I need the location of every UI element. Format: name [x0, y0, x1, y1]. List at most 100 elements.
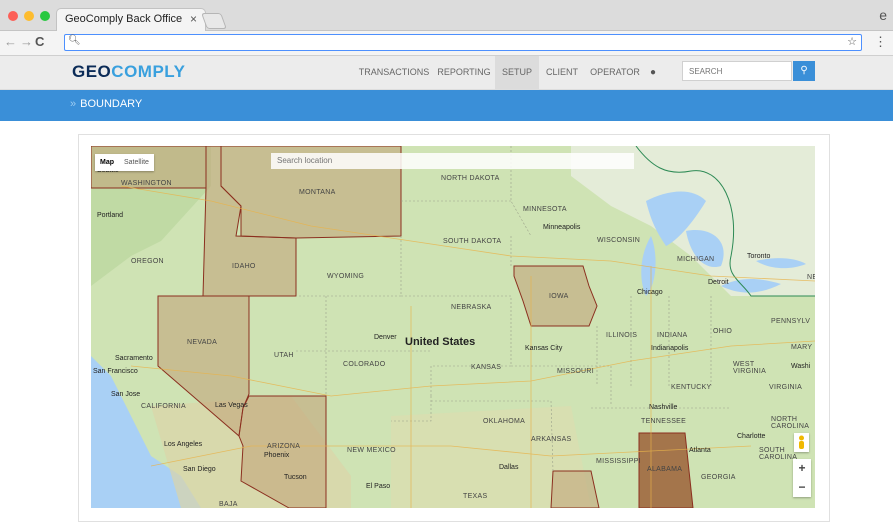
city-phoenix: Phoenix — [264, 452, 290, 459]
label-montana: MONTANA — [299, 189, 336, 196]
label-alabama: ALABAMA — [647, 466, 683, 473]
city-chicago: Chicago — [637, 289, 663, 296]
address-bar[interactable]: 🔍︎ ☆ — [64, 34, 862, 51]
label-nebraska: NEBRASKA — [451, 304, 492, 311]
street-view-pegman-icon[interactable] — [794, 433, 809, 452]
city-tucson: Tucson — [284, 474, 307, 481]
label-michigan: MICHIGAN — [677, 256, 715, 263]
city-san-francisco: San Francisco — [93, 368, 138, 375]
nav-client[interactable]: CLIENT — [543, 56, 581, 89]
label-illinois: ILLINOIS — [606, 332, 638, 339]
label-pennsylvania: PENNSYLV — [771, 318, 811, 325]
city-nashville: Nashville — [649, 404, 678, 411]
logo-geo: GEO — [72, 62, 112, 81]
label-nevada: NEVADA — [187, 339, 218, 346]
label-california: CALIFORNIA — [141, 403, 187, 410]
page-title-text: BOUNDARY — [80, 98, 143, 110]
nav-operator[interactable]: OPERATOR — [589, 56, 641, 89]
zoom-control: + − — [793, 459, 811, 497]
label-north-dakota: NORTH DAKOTA — [441, 175, 500, 182]
search-button[interactable]: ⚲ — [793, 61, 815, 81]
tab-close-icon[interactable]: × — [190, 12, 197, 26]
search-icon: 🔍︎ — [68, 35, 81, 46]
city-san-jose: San Jose — [111, 391, 141, 398]
label-arkansas: ARKANSAS — [531, 436, 572, 443]
map-type-control: Map Satellite — [95, 154, 154, 171]
nav-transactions[interactable]: TRANSACTIONS — [356, 56, 432, 89]
city-los-angeles: Los Angeles — [164, 441, 203, 448]
zoom-out-button[interactable]: − — [793, 478, 811, 497]
user-icon[interactable]: ● — [650, 56, 656, 89]
city-washington-dc: Washi — [791, 363, 811, 370]
bookmark-star-icon[interactable]: ☆ — [847, 35, 857, 48]
label-wisconsin: WISCONSIN — [597, 237, 641, 244]
city-denver: Denver — [374, 334, 397, 341]
location-search-input[interactable] — [271, 153, 634, 169]
nav-reporting[interactable]: REPORTING — [436, 56, 492, 89]
label-texas: TEXAS — [463, 493, 488, 500]
city-minneapolis: Minneapolis — [543, 224, 581, 231]
browser-tab-strip: GeoComply Back Office × e — [0, 0, 893, 31]
label-ohio: OHIO — [713, 328, 733, 335]
label-wyoming: WYOMING — [327, 273, 365, 280]
close-window-button[interactable] — [8, 11, 18, 21]
label-ne: NE — [807, 274, 815, 281]
reload-icon[interactable]: C — [35, 34, 44, 49]
label-washington: WASHINGTON — [121, 180, 172, 187]
city-atlanta: Atlanta — [689, 447, 711, 454]
city-toronto: Toronto — [747, 253, 771, 260]
city-dallas: Dallas — [499, 464, 519, 471]
search-icon: ⚲ — [800, 65, 808, 76]
label-south-dakota: SOUTH DAKOTA — [443, 238, 502, 245]
label-kansas: KANSAS — [471, 364, 502, 371]
label-mississippi: MISSISSIPPI — [596, 458, 641, 465]
maximize-window-button[interactable] — [40, 11, 50, 21]
geocomply-logo[interactable]: GEOCOMPLY — [72, 62, 185, 82]
back-icon[interactable]: ← — [4, 34, 17, 49]
label-north-carolina: NORTH CAROLINA — [771, 416, 810, 430]
app-header: GEOCOMPLY TRANSACTIONS REPORTING SETUP C… — [0, 56, 893, 90]
label-baja: BAJA — [219, 501, 238, 508]
city-kansas-city: Kansas City — [525, 345, 563, 352]
label-united-states: United States — [405, 336, 476, 348]
map-type-map-button[interactable]: Map — [95, 154, 119, 171]
city-san-diego: San Diego — [183, 466, 216, 473]
city-indianapolis: Indianapolis — [651, 345, 689, 352]
label-missouri: MISSOURI — [557, 368, 595, 375]
search-input[interactable] — [682, 61, 792, 81]
label-west-virginia: WEST VIRGINIA — [733, 361, 767, 375]
city-sacramento: Sacramento — [115, 355, 153, 362]
browser-menu-icon[interactable]: ⋮ — [874, 34, 887, 50]
browser-toolbar: ← → C 🔍︎ ☆ ⋮ — [0, 31, 893, 56]
label-indiana: INDIANA — [657, 332, 688, 339]
label-iowa: IOWA — [549, 293, 569, 300]
label-virginia: VIRGINIA — [769, 384, 803, 391]
page-title: » BOUNDARY — [70, 98, 142, 110]
city-charlotte: Charlotte — [737, 433, 766, 440]
boundary-map[interactable]: WASHINGTON MONTANA NORTH DAKOTA MINNESOT… — [91, 146, 815, 508]
minimize-window-button[interactable] — [24, 11, 34, 21]
label-maryland: MARY — [791, 344, 813, 351]
label-colorado: COLORADO — [343, 361, 386, 368]
label-minnesota: MINNESOTA — [523, 206, 567, 213]
map-type-satellite-button[interactable]: Satellite — [119, 154, 154, 171]
label-tennessee: TENNESSEE — [641, 418, 687, 425]
label-georgia: GEORGIA — [701, 474, 736, 481]
city-el-paso: El Paso — [366, 483, 391, 490]
nav-setup[interactable]: SETUP — [495, 56, 539, 89]
browser-tab[interactable]: GeoComply Back Office × — [56, 8, 206, 31]
state-mississippi[interactable] — [550, 470, 600, 508]
forward-icon[interactable]: → — [20, 34, 33, 49]
label-kentucky: KENTUCKY — [671, 384, 712, 391]
logo-comply: COMPLY — [111, 62, 186, 81]
profile-icon[interactable]: e — [879, 7, 887, 23]
label-utah: UTAH — [274, 352, 294, 359]
label-idaho: IDAHO — [232, 263, 256, 270]
label-new-mexico: NEW MEXICO — [347, 447, 396, 454]
label-oklahoma: OKLAHOMA — [483, 418, 526, 425]
label-arizona: ARIZONA — [267, 443, 301, 450]
city-las-vegas: Las Vegas — [215, 402, 248, 409]
zoom-in-button[interactable]: + — [793, 459, 811, 478]
city-portland: Portland — [97, 212, 124, 219]
page-title-bar: » BOUNDARY — [0, 90, 893, 121]
